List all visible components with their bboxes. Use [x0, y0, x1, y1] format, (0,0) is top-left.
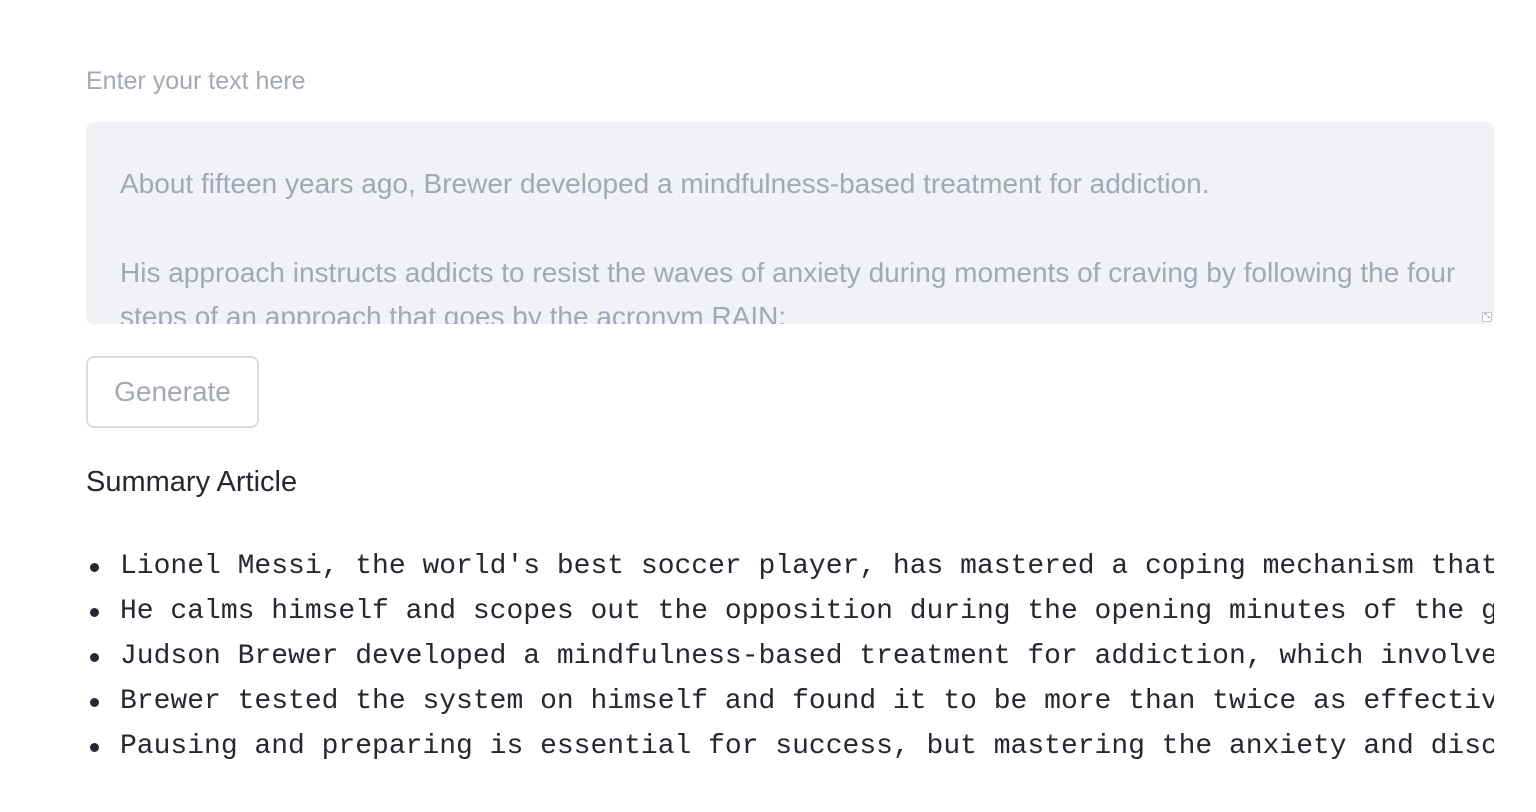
- text-input-paragraph: His approach instructs addicts to resist…: [120, 257, 1456, 324]
- summary-bullet: Brewer tested the system on himself and …: [86, 679, 1494, 724]
- resize-handle-icon[interactable]: ⤡: [1482, 312, 1492, 322]
- text-input-area[interactable]: About fifteen years ago, Brewer develope…: [86, 122, 1494, 324]
- text-input-label: Enter your text here: [86, 67, 306, 95]
- summary-bullet-list: Lionel Messi, the world's best soccer pl…: [86, 544, 1494, 769]
- summary-bullet: Judson Brewer developed a mindfulness-ba…: [86, 634, 1494, 679]
- summary-heading: Summary Article: [86, 466, 298, 498]
- text-input-paragraph: About fifteen years ago, Brewer develope…: [120, 168, 1210, 199]
- summary-bullet: Pausing and preparing is essential for s…: [86, 724, 1494, 769]
- summary-bullet: Lionel Messi, the world's best soccer pl…: [86, 544, 1494, 589]
- text-input-content[interactable]: About fifteen years ago, Brewer develope…: [120, 162, 1460, 324]
- generate-button[interactable]: Generate: [86, 356, 259, 428]
- summary-bullet: He calms himself and scopes out the oppo…: [86, 589, 1494, 634]
